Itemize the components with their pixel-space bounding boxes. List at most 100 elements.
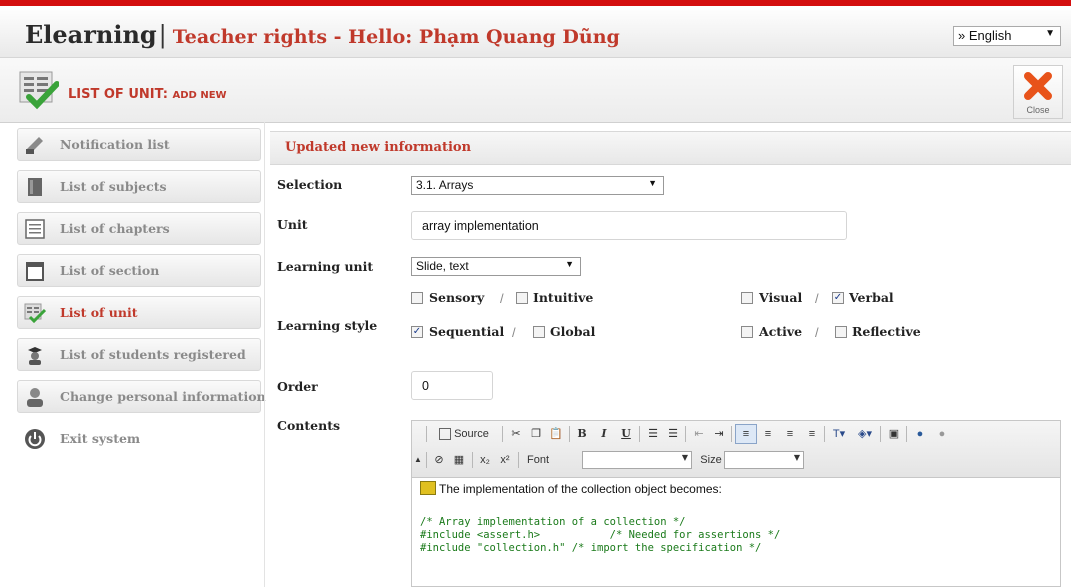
active-checkbox[interactable]	[741, 326, 753, 338]
selection-select[interactable]: 3.1. Arrays ▼	[411, 176, 664, 195]
close-button[interactable]: Close	[1013, 65, 1063, 119]
intuitive-checkbox[interactable]	[516, 292, 528, 304]
page-toolbar: LIST OF UNIT: ADD NEW Close	[0, 58, 1071, 123]
sidebar-item-exit-system[interactable]: Exit system	[17, 422, 261, 455]
style-separator: /	[815, 325, 819, 340]
toolbar-separator	[502, 426, 503, 442]
italic-icon[interactable]: I	[596, 425, 612, 443]
sidebar-item-label: List of students registered	[60, 347, 246, 362]
toolbar-separator	[824, 426, 825, 442]
subscript-icon[interactable]: x₂	[476, 451, 494, 469]
chevron-down-icon: ▼	[565, 259, 574, 269]
sidebar-item-notification-list[interactable]: Notification list	[17, 128, 261, 161]
sequential-checkbox[interactable]: ✓	[411, 326, 423, 338]
superscript-icon[interactable]: x²	[496, 451, 514, 469]
unlink-icon[interactable]: ●	[933, 425, 951, 443]
toolbar-separator	[426, 426, 427, 442]
underline-icon[interactable]: U	[618, 425, 634, 443]
folder-icon	[26, 262, 44, 281]
toolbar-separator	[731, 426, 732, 442]
bullet-list-icon[interactable]: ☰	[664, 425, 682, 443]
selection-value: 3.1. Arrays	[416, 178, 474, 192]
code-line: #include "collection.h" /* import the sp…	[420, 542, 762, 554]
global-checkbox[interactable]	[533, 326, 545, 338]
unit-value: array implementation	[422, 219, 539, 233]
background-color-icon[interactable]: ◈▾	[854, 425, 876, 443]
visual-checkbox[interactable]	[741, 292, 753, 304]
learning-unit-label: Learning unit	[277, 259, 374, 274]
text-color-icon[interactable]: T▾	[828, 425, 850, 443]
sensory-checkbox[interactable]	[411, 292, 423, 304]
image-icon[interactable]: ▣	[885, 425, 903, 443]
paste-icon[interactable]: 📋	[548, 425, 564, 443]
indent-icon[interactable]: ⇥	[710, 425, 728, 443]
source-button[interactable]: Source	[430, 425, 498, 443]
reflective-label: Reflective	[852, 324, 921, 339]
toolbar-separator	[569, 426, 570, 442]
order-input[interactable]: 0	[411, 371, 493, 400]
collapse-toolbar-icon[interactable]: ▲	[414, 451, 422, 469]
link-icon[interactable]: ●	[911, 425, 929, 443]
align-justify-icon[interactable]: ≡	[803, 425, 821, 443]
toolbar-separator	[639, 426, 640, 442]
learning-unit-select[interactable]: Slide, text ▼	[411, 257, 581, 276]
size-select[interactable]: ▼	[724, 451, 804, 469]
chevron-down-icon: ▼	[1045, 28, 1055, 39]
bold-icon[interactable]: B	[574, 425, 590, 443]
book-icon	[28, 178, 42, 196]
align-right-icon[interactable]: ≡	[781, 425, 799, 443]
style-separator: /	[815, 291, 819, 306]
unit-input[interactable]: array implementation	[411, 211, 847, 240]
brand-separator: |	[158, 21, 167, 49]
sidebar-item-label: List of section	[60, 263, 160, 278]
sidebar-item-label: Change personal information	[60, 389, 266, 404]
editor-toolbar: Source ✂ ❐ 📋 B I U ☰ ☰ ⇤ ⇥ ≡ ≡ ≡ ≡ T▾ ◈▾…	[412, 421, 1060, 478]
rich-text-editor[interactable]: Source ✂ ❐ 📋 B I U ☰ ☰ ⇤ ⇥ ≡ ≡ ≡ ≡ T▾ ◈▾…	[411, 420, 1061, 587]
align-left-icon[interactable]: ≡	[735, 424, 757, 444]
notification-icon	[26, 137, 43, 154]
verbal-checkbox[interactable]: ✓	[832, 292, 844, 304]
page-title: LIST OF UNIT: ADD NEW	[68, 87, 227, 102]
style-separator: /	[500, 291, 504, 306]
close-label: Close	[1026, 105, 1050, 115]
cut-icon[interactable]: ✂	[508, 425, 524, 443]
toolbar-separator	[880, 426, 881, 442]
language-select[interactable]: » English ▼	[953, 26, 1061, 46]
sidebar-item-label: Exit system	[60, 431, 141, 446]
code-line: /* Array implementation of a collection …	[420, 516, 686, 528]
sidebar-item-list-of-unit[interactable]: List of unit	[17, 296, 261, 329]
chevron-down-icon: ▼	[681, 453, 688, 462]
order-label: Order	[277, 379, 318, 394]
unit-icon	[24, 303, 46, 324]
chevron-down-icon: ▼	[793, 453, 800, 462]
font-select[interactable]: ▼	[582, 451, 692, 469]
sidebar-item-list-of-section[interactable]: List of section	[17, 254, 261, 287]
power-icon	[25, 429, 45, 449]
remove-format-icon[interactable]: ⊘	[430, 451, 448, 469]
global-label: Global	[550, 324, 596, 339]
sidebar-item-list-of-chapters[interactable]: List of chapters	[17, 212, 261, 245]
editor-intro-line: The implementation of the collection obj…	[420, 481, 1056, 496]
intuitive-label: Intuitive	[533, 290, 594, 305]
verbal-label: Verbal	[849, 290, 894, 305]
copy-icon[interactable]: ❐	[528, 425, 544, 443]
table-icon[interactable]: ▦	[450, 451, 468, 469]
toolbar-separator	[518, 452, 519, 468]
unit-label: Unit	[277, 217, 308, 232]
form-heading: Updated new information	[270, 131, 1071, 165]
outdent-icon[interactable]: ⇤	[690, 425, 708, 443]
sidebar-item-list-of-students-registered[interactable]: List of students registered	[17, 338, 261, 371]
code-line: #include <assert.h> /* Needed for assert…	[420, 529, 781, 541]
toolbar-separator	[472, 452, 473, 468]
sidebar-item-label: List of subjects	[60, 179, 167, 194]
anchor-icon	[420, 481, 436, 495]
sidebar-item-list-of-subjects[interactable]: List of subjects	[17, 170, 261, 203]
numbered-list-icon[interactable]: ☰	[644, 425, 662, 443]
sidebar-item-label: List of chapters	[60, 221, 170, 236]
sidebar-item-change-personal-information[interactable]: Change personal information	[17, 380, 266, 413]
brand-name: Elearning	[25, 20, 157, 49]
reflective-checkbox[interactable]	[835, 326, 847, 338]
editor-content[interactable]: The implementation of the collection obj…	[420, 481, 1056, 555]
align-center-icon[interactable]: ≡	[759, 425, 777, 443]
order-value: 0	[422, 379, 429, 393]
